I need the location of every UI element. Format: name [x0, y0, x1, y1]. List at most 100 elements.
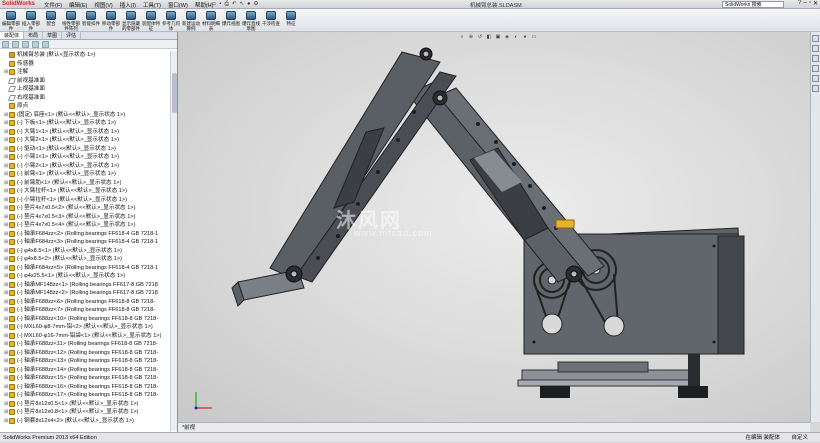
feature-tree-icon[interactable] — [2, 41, 9, 48]
appearances-icon[interactable] — [812, 75, 819, 82]
rebuild-icon[interactable]: ● — [247, 1, 250, 8]
tree-item[interactable]: ⊞ (-) 轴承F688zz<7> (Rolling bearings FF618… — [0, 306, 170, 315]
tree-item[interactable]: ⊞ (-) 驱动<1> (默认<<默认>_显示状态 1>) — [0, 145, 170, 154]
tree-item[interactable]: 传感器 — [0, 60, 170, 69]
resources-icon[interactable] — [812, 35, 819, 42]
bill-of-materials-button[interactable]: 材料明细表 — [202, 11, 220, 31]
tree-item[interactable]: ⊞ (-) MXL60-φ16-7mm-铝袋<1> (默认<<默认>_显示状态 1… — [0, 332, 170, 341]
scroll-thumb[interactable] — [172, 73, 177, 113]
mate-button[interactable]: 配合 — [42, 11, 60, 30]
tree-item[interactable]: ⊞ (-) 小臂拉杆<1> (默认<<默认>_显示状态 1>) — [0, 196, 170, 205]
tree-item[interactable]: ⊞ (-) 大臂1<1> (默认<<默认>_显示状态 1>) — [0, 128, 170, 137]
tree-item[interactable]: ⊞ (-) 轴承MF148zz<2> (Rolling bearings FF61… — [0, 289, 170, 298]
tree-item[interactable]: ⊞ (-) 轴承F688zz<17> (Rolling bearings FF61… — [0, 391, 170, 400]
tree-item[interactable]: ⊞ (-) 垫片8x12x0.8<1> (默认<<默认>_显示状态 1>) — [0, 408, 170, 417]
open-icon[interactable]: ▭ — [211, 1, 216, 8]
view-palette-icon[interactable] — [812, 65, 819, 72]
custom-properties-icon[interactable] — [812, 85, 819, 92]
tree-item[interactable]: ⊞ (-) 轴承F688zz<11> (Rolling bearings FF61… — [0, 340, 170, 349]
tree-item[interactable]: 右视基准面 — [0, 94, 170, 103]
view-tab-front[interactable]: *前视 — [182, 425, 195, 431]
tree-item[interactable]: ⊞ (-) 轴承F688zz<6> (Rolling bearings FF618… — [0, 298, 170, 307]
linear-pattern-button[interactable]: 线性零部件阵列 — [62, 11, 80, 31]
tree-item[interactable]: ⊞ (-) 轴承F688zz<10> (Rolling bearings FF61… — [0, 315, 170, 324]
tree-item[interactable]: ⊞ (-) 钢套8x12x4<2> (默认<<默认>_显示状态 1>) — [0, 417, 170, 426]
tree-item[interactable]: ⊞ (-) 轴承F688zz<12> (Rolling bearings FF61… — [0, 349, 170, 358]
select-icon[interactable]: ↖ — [240, 1, 245, 8]
dimxpert-icon[interactable] — [32, 41, 39, 48]
explode-line-button[interactable]: 爆炸直线草图 — [242, 11, 260, 31]
menu-tools[interactable]: 工具(T) — [143, 1, 161, 9]
tab-assembly[interactable]: 装配体 — [0, 32, 25, 39]
insert-component-button[interactable]: 插入零部件 — [22, 11, 40, 31]
tab-layout[interactable]: 布局 — [24, 32, 44, 39]
menu-window[interactable]: 窗口(W) — [168, 1, 188, 9]
tree-item[interactable]: ⊞ 注解 — [0, 68, 170, 77]
tree-item[interactable]: ⊞ (-) 下板<1> (默认<<默认>_显示状态 1>) — [0, 119, 170, 128]
tree-item[interactable]: 原点 — [0, 102, 170, 111]
new-motion-study-button[interactable]: 新建运动算例 — [182, 11, 200, 31]
tree-item[interactable]: ⊞ (-) 大臂拉杆<1> (默认<<默认>_显示状态 1>) — [0, 187, 170, 196]
tree-item[interactable]: ⊞ (-) 大臂2<1> (默认<<默认>_显示状态 1>) — [0, 136, 170, 145]
help-icon[interactable]: ? — [798, 0, 801, 7]
minimize-icon[interactable]: – — [803, 0, 806, 7]
tree-item[interactable]: 上视基准面 — [0, 85, 170, 94]
menu-insert[interactable]: 插入(I) — [120, 1, 136, 9]
tree-item[interactable]: 前视基准面 — [0, 77, 170, 86]
tree-item[interactable]: ⊞ (-) 前臂<1> (默认<<默认>_显示状态 1>) — [0, 170, 170, 179]
tree-item[interactable]: ⊞ (-) 轴承F688zz<14> (Rolling bearings FF61… — [0, 366, 170, 375]
tree-scrollbar[interactable] — [170, 51, 177, 431]
save-icon[interactable]: ▪ — [220, 1, 222, 8]
options-icon[interactable]: ⚙ — [253, 1, 258, 8]
design-library-icon[interactable] — [812, 45, 819, 52]
tab-evaluate[interactable]: 评估 — [62, 32, 82, 39]
undo-icon[interactable]: ↶ — [232, 1, 237, 8]
tree-item[interactable]: 机械臂总装 (默认<显示状态-1>) — [0, 51, 170, 60]
tree-item[interactable]: ⊞ (-) φ4x8.5<1> (默认<<默认>_显示状态 1>) — [0, 247, 170, 256]
tree-item[interactable]: ⊞ (-) 前臂肋<1> (默认<<默认>_显示状态 1>) — [0, 179, 170, 188]
interference-button[interactable]: 干涉检查 — [262, 11, 280, 30]
tree-item[interactable]: ⊞ (-) φ4x25.5<1> (默认<<默认>_显示状态 1>) — [0, 272, 170, 281]
show-hidden-button[interactable]: 显示隐藏的零部件 — [122, 11, 140, 31]
tree-item[interactable]: ⊞ (-) 小臂1<1> (默认<<默认>_显示状态 1>) — [0, 153, 170, 162]
property-manager-icon[interactable] — [12, 41, 19, 48]
search-input[interactable]: SolidWorks 搜索 — [722, 1, 784, 8]
tree-item[interactable]: ⊞ (-) 轴承F684zz<2> (Rolling bearings FF618… — [0, 230, 170, 239]
restore-icon[interactable]: ▫ — [809, 0, 811, 7]
file-explorer-icon[interactable] — [812, 55, 819, 62]
tree-item[interactable]: ⊞ (-) 垫片4x7x0.5<3> (默认<<默认>_显示状态 1>) — [0, 213, 170, 222]
edit-component-button[interactable]: 编辑零部件 — [2, 11, 20, 31]
tree-item[interactable]: ⊞ (-) 轴承F684zz<3> (Rolling bearings FF618… — [0, 238, 170, 247]
menu-file[interactable]: 文件(F) — [44, 1, 62, 9]
tree-item[interactable]: ⊞ (-) 轴承F684zz<5> (Rolling bearings FF618… — [0, 264, 170, 273]
tree-item[interactable]: ⊞ (-) 轴承F688zz<16> (Rolling bearings FF61… — [0, 383, 170, 392]
tree-item[interactable]: ⊞ (-) 垫片8x12x0.5<1> (默认<<默认>_显示状态 1>) — [0, 400, 170, 409]
graphics-viewport[interactable]: ⌕ ⊕ ↺ ◧ ▣ ◈ ◐ ● ▭ 沐风网 www.mfcad.com — [178, 32, 810, 422]
configuration-icon[interactable] — [22, 41, 29, 48]
tree-item[interactable]: ⊞ (固定) 底座<1> (默认<<默认>_显示状态 1>) — [0, 111, 170, 120]
tree-item[interactable]: ⊞ (-) MXL60-φ8-7mm-铝<2> (默认<<默认>_显示状态 1>) — [0, 323, 170, 332]
assembly-features-button[interactable]: 装配体特征 — [142, 11, 160, 31]
menu-view[interactable]: 视图(V) — [94, 1, 112, 9]
motion-study-icon — [186, 11, 196, 20]
tree-item[interactable]: ⊞ (-) 垫片4x7x0.5<4> (默认<<默认>_显示状态 1>) — [0, 221, 170, 230]
smart-fasteners-button[interactable]: 智能扣件 — [82, 11, 100, 30]
reference-geometry-button[interactable]: 参考几何体 — [162, 11, 180, 31]
tab-sketch[interactable]: 草图 — [43, 32, 63, 39]
exploded-view-button[interactable]: 爆炸视图 — [222, 11, 240, 30]
tree-item[interactable]: ⊞ (-) 轴承F688zz<13> (Rolling bearings FF61… — [0, 357, 170, 366]
tree-item[interactable]: ⊞ (-) 轴承MF148zz<1> (Rolling bearings FF61… — [0, 281, 170, 290]
part-icon — [9, 392, 15, 399]
features-button[interactable]: 特征 — [282, 11, 300, 30]
print-icon[interactable]: ⎙ — [224, 1, 228, 8]
tree-item[interactable]: ⊞ (-) 垫片4x7x0.5<2> (默认<<默认>_显示状态 1>) — [0, 204, 170, 213]
display-manager-icon[interactable] — [42, 41, 49, 48]
menu-edit[interactable]: 编辑(E) — [69, 1, 87, 9]
tree-item[interactable]: ⊞ (-) φ4x8.5<2> (默认<<默认>_显示状态 1>) — [0, 255, 170, 264]
part-icon — [9, 120, 15, 127]
new-icon[interactable]: □ — [205, 1, 208, 8]
tree-item[interactable]: ⊞ (-) 轴承F688zz<15> (Rolling bearings FF61… — [0, 374, 170, 383]
move-component-button[interactable]: 移动零部件 — [102, 11, 120, 31]
tree-item[interactable]: ⊞ (-) 小臂2<1> (默认<<默认>_显示状态 1>) — [0, 162, 170, 171]
close-icon[interactable]: ✕ — [813, 0, 818, 7]
